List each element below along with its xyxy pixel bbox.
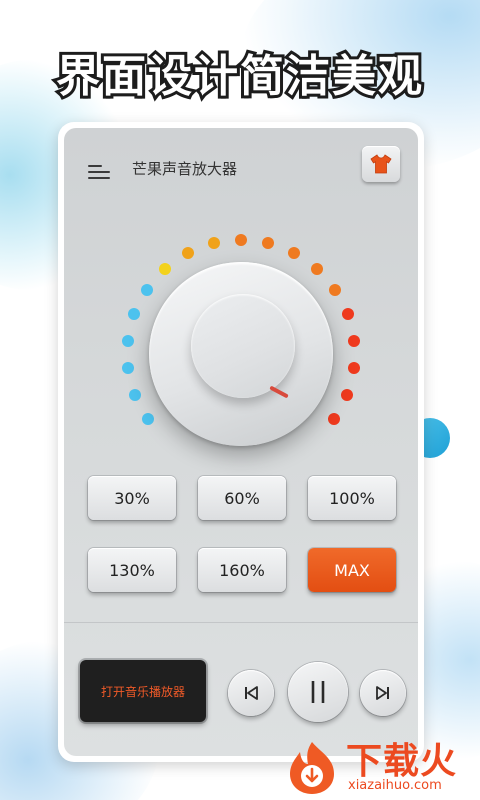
next-button[interactable]: [360, 670, 406, 716]
level-dot: [329, 283, 341, 296]
brand-name: 下载火: [346, 741, 458, 782]
preset-button-160[interactable]: 160%: [198, 548, 286, 592]
brand-watermark: 下载火 xiazaihuo.com: [282, 732, 478, 796]
preset-button-30[interactable]: 30%: [88, 476, 176, 520]
open-music-player-button[interactable]: 打开音乐播放器: [80, 660, 206, 722]
level-dot: [310, 262, 323, 275]
promo-headline: 界面设计简洁美观: [53, 48, 425, 105]
tshirt-icon: [370, 154, 392, 174]
divider: [64, 622, 418, 623]
level-dot: [262, 237, 275, 250]
level-dot: [341, 307, 354, 320]
volume-knob[interactable]: [149, 262, 333, 446]
level-dot: [288, 247, 301, 260]
level-dot: [159, 262, 172, 275]
level-dot: [141, 413, 154, 426]
brand-url: xiazaihuo.com: [348, 778, 442, 793]
level-dot: [128, 307, 141, 320]
app-bar: 芒果声音放大器: [64, 146, 418, 198]
level-dot: [140, 283, 153, 296]
app-title: 芒果声音放大器: [132, 160, 238, 178]
pause-button[interactable]: [288, 662, 348, 722]
preset-button-max[interactable]: MAX: [308, 548, 396, 592]
level-dot: [128, 389, 141, 402]
level-dot: [181, 247, 194, 260]
level-dot: [121, 362, 134, 375]
knob-pointer: [269, 385, 289, 399]
preset-button-130[interactable]: 130%: [88, 548, 176, 592]
preset-button-100[interactable]: 100%: [308, 476, 396, 520]
level-dot: [235, 234, 247, 246]
level-dot: [328, 413, 341, 426]
level-dot: [207, 237, 220, 250]
previous-button[interactable]: [228, 670, 274, 716]
skip-next-icon: [376, 686, 389, 700]
app-screen: 芒果声音放大器 30% 60% 100% 130% 160% MAX 打开音乐播…: [64, 128, 418, 756]
pause-icon: [311, 681, 325, 703]
volume-knob-cap: [191, 294, 295, 398]
level-dot: [341, 389, 354, 402]
flame-logo-icon: [290, 742, 334, 794]
skip-previous-icon: [245, 686, 258, 700]
menu-icon[interactable]: [88, 162, 112, 182]
skin-button[interactable]: [362, 146, 400, 182]
preset-button-60[interactable]: 60%: [198, 476, 286, 520]
level-dot: [121, 334, 134, 347]
level-dot: [348, 362, 361, 375]
phone-frame: 芒果声音放大器 30% 60% 100% 130% 160% MAX 打开音乐播…: [58, 122, 424, 762]
level-dot: [348, 334, 361, 347]
volume-knob-area: [64, 228, 418, 448]
